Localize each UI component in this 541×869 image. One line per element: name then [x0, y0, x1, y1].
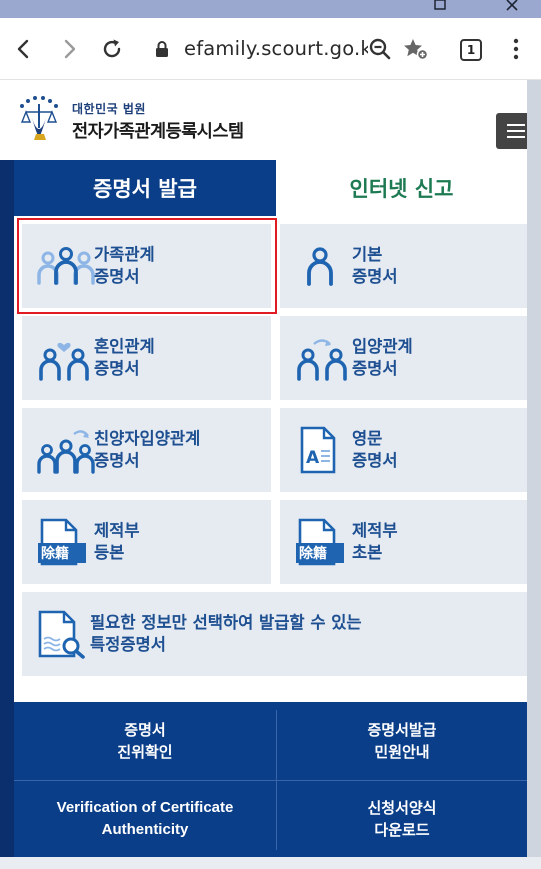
full-adoption-icon: [37, 430, 95, 474]
main-content: 증명서 발급 인터넷 신고 가족관계 증명서 기본 증명서 혼인관계 증명서 입…: [0, 160, 527, 857]
page-edge: [527, 80, 541, 869]
site-header: 대한민국 법원 전자가족관계등록시스템: [0, 80, 536, 160]
court-emblem-icon[interactable]: [14, 94, 66, 144]
tile-label: 필요한 정보만 선택하여 발급할 수 있는 특정증명서: [90, 613, 362, 654]
tile-label: 친양자입양관계 증명서: [94, 429, 201, 470]
bookmark-button[interactable]: [400, 33, 432, 65]
zoom-button[interactable]: [364, 33, 396, 65]
service-tabs: 증명서 발급 인터넷 신고: [14, 160, 527, 216]
tile-label: 제적부 초본: [352, 521, 398, 562]
tile-label: 영문 증명서: [352, 429, 398, 470]
removed-register-badge: 除籍: [41, 545, 69, 562]
tab-certificate-issue[interactable]: 증명서 발급: [14, 160, 276, 216]
reload-button[interactable]: [96, 33, 128, 65]
document-search-icon: [38, 610, 85, 659]
link-issuance-guide[interactable]: 증명서발급 민원안내: [277, 702, 527, 780]
forward-arrow-icon: [64, 39, 76, 59]
link-form-download[interactable]: 신청서양식 다운로드: [277, 781, 527, 857]
tile-label: 가족관계 증명서: [94, 245, 155, 286]
link-certificate-verification[interactable]: 증명서 진위확인: [14, 702, 276, 780]
person-icon: [307, 247, 333, 286]
tile-label: 기본 증명서: [352, 245, 398, 286]
tab-internet-report[interactable]: 인터넷 신고: [276, 160, 527, 216]
tile-label: 입양관계 증명서: [352, 337, 413, 378]
window-title-bar: [0, 0, 541, 18]
tile-label: 제적부 등본: [94, 521, 140, 562]
page-bottom-edge: [0, 857, 541, 869]
family-icon: [37, 247, 95, 285]
footer-links: 증명서 진위확인 증명서발급 민원안내 Verification of Certif…: [14, 702, 527, 857]
restore-icon[interactable]: [425, 0, 455, 18]
tile-label: 혼인관계 증명서: [94, 337, 155, 378]
close-window-icon[interactable]: [498, 0, 528, 18]
link-verification-english[interactable]: Verification of Certificate Authenticity: [14, 781, 276, 857]
tile-english-certificate[interactable]: A 영문 증명서: [280, 408, 527, 492]
adoption-icon: [297, 339, 347, 381]
tile-specific-certificate[interactable]: 필요한 정보만 선택하여 발급할 수 있는 특정증명서: [22, 592, 527, 676]
tile-basic-certificate[interactable]: 기본 증명서: [280, 224, 527, 308]
svg-text:A: A: [306, 448, 320, 468]
certificate-grid: 가족관계 증명서 기본 증명서 혼인관계 증명서 입양관계 증명서 친양자입양관…: [14, 216, 527, 702]
more-menu-button[interactable]: [500, 33, 532, 65]
hamburger-icon: [507, 124, 525, 126]
tile-adoption-certificate[interactable]: 입양관계 증명서: [280, 316, 527, 400]
org-name: 대한민국 법원: [72, 102, 146, 116]
back-button[interactable]: [8, 33, 40, 65]
marriage-icon: [39, 342, 89, 381]
url-text: efamily.scourt.go.k: [184, 37, 368, 60]
removed-register-icon: 除籍: [38, 518, 86, 566]
tile-removed-register-copy[interactable]: 除籍 제적부 등본: [22, 500, 271, 584]
removed-register-icon: 除籍: [296, 518, 344, 566]
browser-toolbar: efamily.scourt.go.k 1: [0, 18, 541, 80]
tile-full-adoption-certificate[interactable]: 친양자입양관계 증명서: [22, 408, 271, 492]
lock-icon: [156, 41, 168, 57]
tile-marriage-certificate[interactable]: 혼인관계 증명서: [22, 316, 271, 400]
address-bar[interactable]: efamily.scourt.go.k: [150, 32, 368, 66]
zoom-out-icon: [369, 38, 391, 60]
more-vert-icon: [513, 38, 519, 60]
reload-icon: [103, 39, 121, 58]
system-title[interactable]: 전자가족관계등록시스템: [72, 118, 244, 143]
back-arrow-icon: [17, 39, 29, 59]
english-document-icon: A: [300, 426, 336, 474]
tile-family-relation-certificate[interactable]: 가족관계 증명서: [22, 224, 271, 308]
forward-button[interactable]: [53, 33, 85, 65]
star-add-icon: [404, 39, 429, 61]
removed-register-badge: 除籍: [299, 545, 327, 562]
tab-count-button[interactable]: 1: [460, 39, 482, 61]
tile-removed-register-abstract[interactable]: 除籍 제적부 초본: [280, 500, 527, 584]
